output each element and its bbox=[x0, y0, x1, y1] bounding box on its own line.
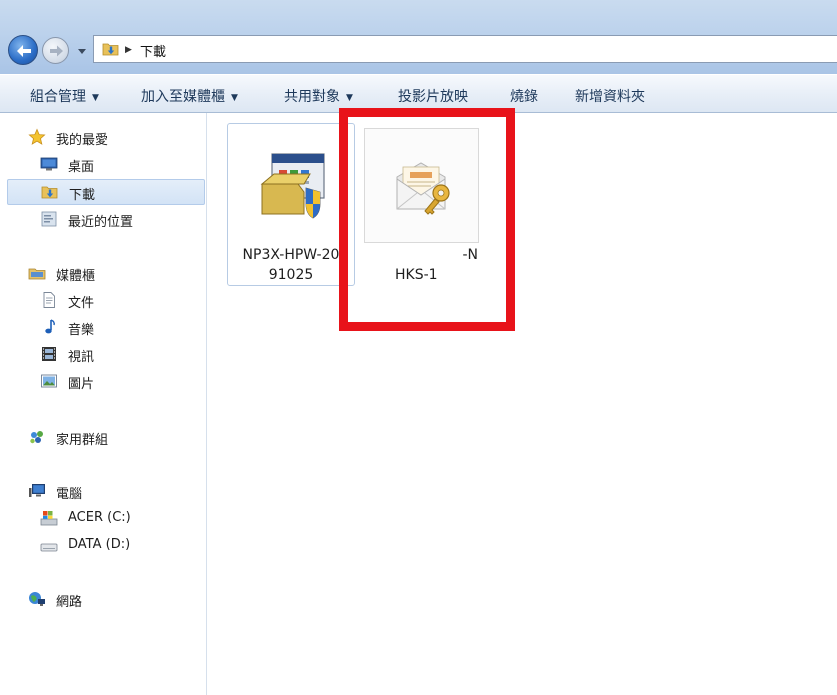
downloads-folder-icon bbox=[41, 186, 58, 199]
sidebar-item-drive-c[interactable]: ACER (C:) bbox=[40, 506, 200, 530]
sidebar-item-music[interactable]: 音樂 bbox=[40, 315, 200, 339]
address-path[interactable]: 下載 bbox=[140, 41, 166, 60]
sidebar-item-label: 家用群組 bbox=[56, 433, 109, 448]
desktop-icon bbox=[40, 157, 58, 171]
sidebar-item-pictures[interactable]: 圖片 bbox=[40, 369, 200, 393]
sidebar-item-downloads[interactable]: 下載 bbox=[7, 179, 205, 205]
picture-icon bbox=[41, 374, 57, 388]
installer-icon bbox=[260, 153, 325, 219]
annotation-highlight-box bbox=[339, 108, 515, 331]
forward-arrow-icon bbox=[50, 45, 63, 57]
history-dropdown-button[interactable] bbox=[75, 44, 89, 58]
chevron-down-icon: ▼ bbox=[92, 93, 99, 103]
sidebar-item-label: 文件 bbox=[68, 296, 95, 311]
music-icon bbox=[45, 319, 55, 334]
sidebar-item-network[interactable]: 網路 bbox=[28, 587, 198, 611]
organize-label: 組合管理 bbox=[30, 89, 86, 105]
back-arrow-icon bbox=[17, 45, 31, 57]
video-icon bbox=[42, 347, 56, 361]
chevron-down-icon: ▼ bbox=[346, 93, 353, 103]
chevron-down-icon: ▼ bbox=[231, 93, 238, 103]
sidebar-item-label: 下載 bbox=[69, 188, 96, 203]
library-icon bbox=[28, 268, 46, 280]
burn-button[interactable]: 燒錄 bbox=[510, 86, 538, 106]
file-name: NP3X-HPW-20 91025 bbox=[228, 245, 354, 285]
add-to-library-button[interactable]: 加入至媒體櫃 ▼ bbox=[141, 86, 238, 106]
burn-label: 燒錄 bbox=[510, 89, 538, 105]
star-icon bbox=[28, 128, 46, 145]
sidebar-item-label: 視訊 bbox=[68, 350, 95, 365]
recent-places-icon bbox=[41, 211, 57, 227]
drive-icon bbox=[40, 543, 58, 552]
sidebar-item-label: 最近的位置 bbox=[68, 215, 134, 230]
sidebar-item-label: 電腦 bbox=[56, 487, 83, 502]
sidebar-item-documents[interactable]: 文件 bbox=[40, 288, 200, 312]
sidebar-item-label: 媒體櫃 bbox=[56, 269, 96, 284]
back-button[interactable] bbox=[8, 35, 38, 65]
sidebar-item-libraries[interactable]: 媒體櫃 bbox=[28, 261, 198, 285]
sidebar-item-drive-d[interactable]: DATA (D:) bbox=[40, 533, 200, 557]
sidebar-item-label: 圖片 bbox=[68, 377, 95, 392]
sidebar-item-label: 音樂 bbox=[68, 323, 95, 338]
sidebar-item-label: 網路 bbox=[56, 595, 83, 610]
sidebar-item-homegroup[interactable]: 家用群組 bbox=[28, 425, 198, 449]
homegroup-icon bbox=[30, 431, 43, 444]
title-bar: ▶ 下載 bbox=[0, 0, 837, 74]
slideshow-button[interactable]: 投影片放映 bbox=[398, 86, 468, 106]
forward-button[interactable] bbox=[42, 37, 69, 64]
sidebar-item-recent-places[interactable]: 最近的位置 bbox=[40, 207, 200, 231]
sidebar-item-computer[interactable]: 電腦 bbox=[28, 479, 198, 503]
file-item-installer[interactable]: NP3X-HPW-20 91025 bbox=[227, 123, 355, 286]
file-thumbnail bbox=[234, 128, 349, 243]
sidebar-item-label: 我的最愛 bbox=[56, 133, 109, 148]
chevron-right-icon[interactable]: ▶ bbox=[125, 45, 132, 55]
sidebar-item-favorites[interactable]: 我的最愛 bbox=[28, 125, 198, 149]
organize-button[interactable]: 組合管理 ▼ bbox=[30, 86, 99, 106]
computer-icon bbox=[29, 484, 45, 497]
address-bar[interactable]: ▶ 下載 bbox=[93, 35, 837, 63]
share-with-button[interactable]: 共用對象 ▼ bbox=[284, 86, 353, 106]
add-to-library-label: 加入至媒體櫃 bbox=[141, 89, 225, 105]
system-drive-icon bbox=[40, 511, 58, 526]
sidebar-item-desktop[interactable]: 桌面 bbox=[40, 152, 200, 176]
file-name-line: 91025 bbox=[268, 267, 314, 283]
new-folder-label: 新增資料夾 bbox=[575, 89, 645, 105]
sidebar-item-label: ACER (C:) bbox=[68, 510, 131, 525]
document-icon bbox=[43, 292, 55, 308]
sidebar-item-label: DATA (D:) bbox=[68, 537, 131, 552]
downloads-folder-icon bbox=[102, 43, 119, 56]
file-list[interactable]: NP3X-HPW-20 91025 -N HKS-1 bbox=[207, 113, 837, 695]
network-icon bbox=[29, 592, 45, 606]
sidebar-item-videos[interactable]: 視訊 bbox=[40, 342, 200, 366]
navigation-pane[interactable]: 我的最愛 桌面 下載 最近的位置 媒體櫃 文件 音樂 視訊 圖片 家用群組 電腦… bbox=[0, 113, 207, 695]
new-folder-button[interactable]: 新增資料夾 bbox=[575, 86, 645, 106]
slideshow-label: 投影片放映 bbox=[398, 89, 468, 105]
share-with-label: 共用對象 bbox=[284, 89, 340, 105]
file-name-line: NP3X-HPW-20 bbox=[242, 247, 340, 263]
sidebar-item-label: 桌面 bbox=[68, 160, 95, 175]
